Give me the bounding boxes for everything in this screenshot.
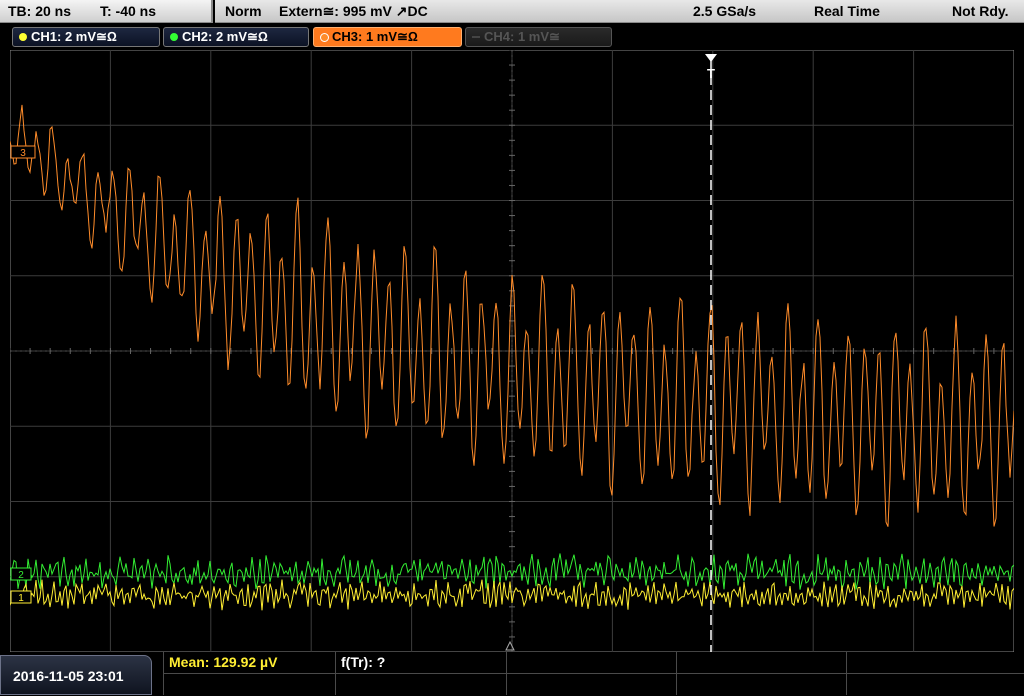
trigger-mode[interactable]: Norm <box>225 0 262 23</box>
trigger-source[interactable]: Extern≅: 995 mV ↗DC <box>279 0 428 23</box>
ch1-marker-label: 1 <box>18 593 24 604</box>
measurement-divider <box>846 652 847 695</box>
ch1-level-marker[interactable]: 1 <box>10 590 32 604</box>
ch2-label: CH2: 2 mV≅Ω <box>182 29 268 44</box>
sample-rate: 2.5 GSa/s <box>693 3 757 19</box>
tab-ch2[interactable]: CH2: 2 mV≅Ω <box>163 27 309 47</box>
top-status-bar: TB: 20 ns T: -40 ns Norm Extern≅: 995 mV… <box>0 0 1024 24</box>
ch2-indicator-icon <box>170 33 178 41</box>
mean-measurement: Mean: 129.92 µV <box>169 654 278 670</box>
date-time-box[interactable]: 2016-11-05 23:01 <box>0 655 152 695</box>
measurement-divider <box>506 652 507 695</box>
ch1-indicator-icon <box>19 33 27 41</box>
measurement-divider <box>335 652 336 695</box>
ch2-level-marker[interactable]: 2 <box>10 567 32 581</box>
ch1-label: CH1: 2 mV≅Ω <box>31 29 117 44</box>
waveform-canvas: T 3 2 1 <box>10 50 1014 652</box>
measurement-row <box>163 652 1024 674</box>
acquisition-mode: Real Time <box>814 3 880 19</box>
waveform-display[interactable]: T 3 2 1 <box>10 50 1014 652</box>
ch4-indicator-icon <box>472 36 480 38</box>
timebase-label: TB: 20 ns <box>8 3 72 19</box>
trigger-position-label: T: -40 ns <box>100 3 157 19</box>
frequency-measurement: f(Tr): ? <box>341 654 386 670</box>
date-time: 2016-11-05 23:01 <box>13 668 124 684</box>
tab-ch3[interactable]: CH3: 1 mV≅Ω <box>313 27 462 47</box>
ch3-level-marker[interactable]: 3 <box>10 145 36 159</box>
timebase-box[interactable]: TB: 20 ns T: -40 ns <box>0 0 213 23</box>
trigger-marker-label: T <box>707 66 715 81</box>
ch3-marker-label: 3 <box>20 148 26 159</box>
acquisition-status-bar[interactable]: Norm Extern≅: 995 mV ↗DC 2.5 GSa/s Real … <box>215 0 1024 23</box>
bottom-bar: 2016-11-05 23:01 Mean: 129.92 µV f(Tr): … <box>0 652 1024 695</box>
measurement-divider <box>163 652 164 695</box>
ch2-marker-label: 2 <box>18 570 24 581</box>
ch4-label: CH4: 1 mV≅ <box>484 29 560 44</box>
acquisition-state: Not Rdy. <box>952 3 1009 19</box>
measurement-divider <box>676 652 677 695</box>
tab-ch1[interactable]: CH1: 2 mV≅Ω <box>12 27 160 47</box>
tab-ch4[interactable]: CH4: 1 mV≅ <box>465 27 612 47</box>
ch3-indicator-icon <box>320 33 329 42</box>
ch3-label: CH3: 1 mV≅Ω <box>332 29 418 44</box>
channel-tab-row: CH1: 2 mV≅Ω CH2: 2 mV≅Ω CH3: 1 mV≅Ω CH4:… <box>0 24 1024 50</box>
measurement-table[interactable]: Mean: 129.92 µV f(Tr): ? <box>163 652 1024 695</box>
